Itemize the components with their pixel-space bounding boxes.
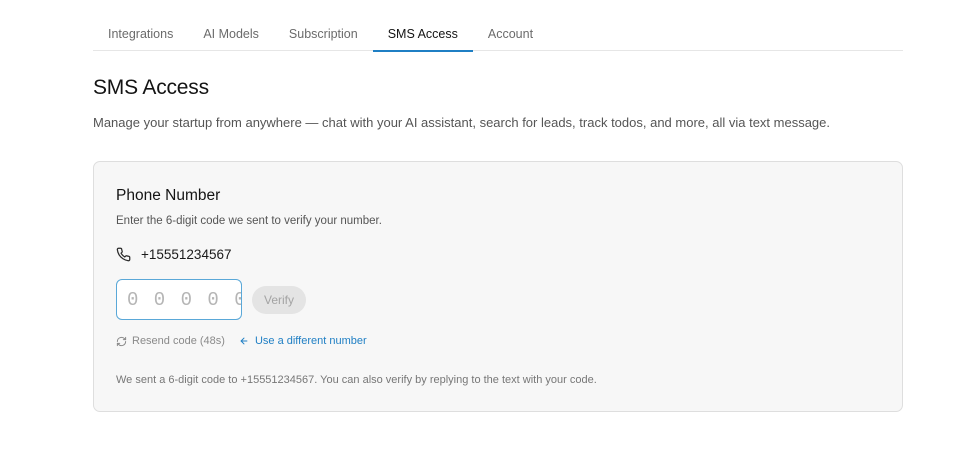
card-description: Enter the 6-digit code we sent to verify… xyxy=(116,215,382,227)
phone-number-card: Phone Number Enter the 6-digit code we s… xyxy=(93,161,903,412)
settings-tabs: Integrations AI Models Subscription SMS … xyxy=(93,17,903,52)
refresh-icon xyxy=(116,336,127,347)
page-title: SMS Access xyxy=(93,76,209,99)
tab-sms-access[interactable]: SMS Access xyxy=(372,17,474,52)
use-different-number-link[interactable]: Use a different number xyxy=(239,335,367,347)
phone-number: +15551234567 xyxy=(141,247,232,262)
verification-code-input[interactable] xyxy=(116,279,242,320)
verify-button[interactable]: Verify xyxy=(252,286,306,314)
phone-row: +15551234567 xyxy=(116,247,231,262)
resend-code-label: Resend code (48s) xyxy=(132,335,225,347)
use-different-number-label: Use a different number xyxy=(254,335,367,347)
tab-account[interactable]: Account xyxy=(473,17,548,51)
card-title: Phone Number xyxy=(116,187,221,204)
resend-code-button[interactable]: Resend code (48s) xyxy=(116,335,225,347)
tab-ai-models[interactable]: AI Models xyxy=(188,17,274,51)
tab-subscription[interactable]: Subscription xyxy=(274,17,373,51)
arrow-left-icon xyxy=(239,336,249,346)
verification-footnote: We sent a 6-digit code to +15551234567. … xyxy=(116,374,597,386)
page-subtitle: Manage your startup from anywhere — chat… xyxy=(93,115,831,130)
code-actions: Resend code (48s) Use a different number xyxy=(116,335,367,347)
tab-integrations[interactable]: Integrations xyxy=(93,17,188,51)
settings-page: Integrations AI Models Subscription SMS … xyxy=(0,0,978,472)
phone-icon xyxy=(116,247,131,262)
